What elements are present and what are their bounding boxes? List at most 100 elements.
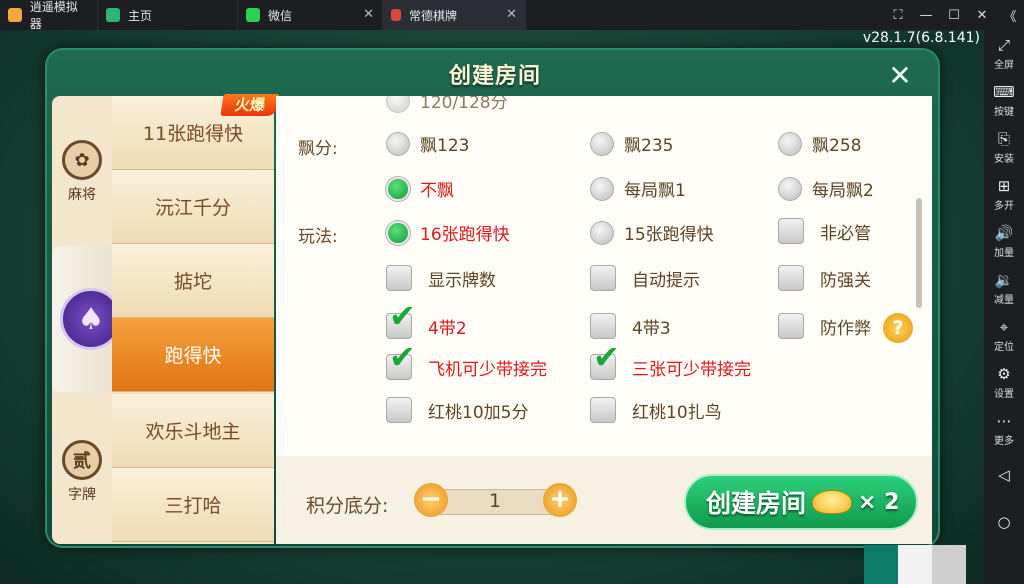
checkbox: [590, 313, 616, 339]
maximize-icon[interactable]: ☐: [940, 8, 968, 23]
category-zipai[interactable]: 贰 字牌: [52, 440, 112, 504]
sidebar-volume-up[interactable]: 🔊 加量: [984, 218, 1024, 265]
checkbox-option[interactable]: 显示牌数: [386, 265, 496, 291]
sidebar-more[interactable]: ⋯ 更多: [984, 406, 1024, 453]
category-label: 麻将: [68, 187, 96, 203]
checkbox: ✔: [386, 300, 416, 339]
option-label: 飞机可少带接完: [428, 359, 547, 380]
mahjong-emblem-icon: ✿: [62, 140, 102, 180]
game-item[interactable]: 沅江千分: [112, 170, 274, 244]
radio-option[interactable]: 120/128分: [386, 96, 508, 113]
checkbox-option-checked[interactable]: ✔ 三张可少带接完: [590, 341, 751, 380]
tab-label: 常德棋牌: [409, 8, 458, 23]
option-label: 自动提示: [632, 270, 700, 291]
tab-wechat[interactable]: 微信 ✕: [238, 0, 383, 30]
back-icon: ◁: [998, 466, 1010, 484]
checkbox-option-checked[interactable]: ✔ 4带2: [386, 300, 467, 339]
checkmark-icon: ✔: [389, 297, 416, 335]
checkbox: [590, 265, 616, 291]
sidebar-multi[interactable]: ⊞ 多开: [984, 171, 1024, 218]
game-item[interactable]: 欢乐斗地主: [112, 394, 274, 468]
radio-option[interactable]: 15张跑得快: [590, 220, 714, 245]
option-label: 15张跑得快: [624, 225, 714, 245]
game-tab-icon: [391, 9, 401, 21]
radio-option[interactable]: 飘123: [386, 131, 469, 156]
tab-close-icon[interactable]: ✕: [363, 7, 374, 22]
emulator-sidebar: ⤢ 全屏 ⌨ 按键 ⎘ 安装 ⊞ 多开 🔊 加量 🔉 减量 ⌖ 定位 ⚙ 设置 …: [984, 30, 1024, 584]
help-icon[interactable]: ?: [883, 313, 913, 343]
radio-button: [778, 131, 802, 156]
fullscreen-toggle-icon[interactable]: ⛶: [884, 8, 912, 23]
checkbox: [590, 397, 616, 423]
radio-option[interactable]: 每局飘2: [778, 176, 874, 201]
rules-scrollbar[interactable]: [916, 198, 922, 308]
option-label: 16张跑得快: [420, 225, 510, 245]
sidebar-volume-down[interactable]: 🔉 减量: [984, 265, 1024, 312]
emulator-logo-icon: [8, 8, 22, 22]
checkbox-option[interactable]: 4带3: [590, 313, 671, 339]
settings-icon: ⚙: [997, 364, 1011, 383]
create-room-button[interactable]: 创建房间 × 2: [684, 474, 918, 530]
game-item[interactable]: 三打哈: [112, 468, 274, 542]
sidebar-install[interactable]: ⎘ 安装: [984, 124, 1024, 171]
partial-option-row: [386, 437, 766, 455]
gold-ingot-icon: [812, 490, 853, 514]
checkbox-option[interactable]: 防强关: [778, 265, 871, 291]
volume-down-icon: 🔉: [994, 270, 1014, 289]
sidebar-settings[interactable]: ⚙ 设置: [984, 359, 1024, 406]
radio-button: [386, 96, 410, 113]
close-dialog-button[interactable]: ✕: [884, 60, 916, 92]
sidebar-back[interactable]: ◁: [984, 453, 1024, 500]
option-label: 每局飘1: [624, 181, 686, 201]
sidebar-location[interactable]: ⌖ 定位: [984, 312, 1024, 359]
sidebar-label: 多开: [994, 200, 1014, 212]
checkbox-option[interactable]: 自动提示: [590, 265, 700, 291]
game-item[interactable]: 掂坨: [112, 244, 274, 318]
option-label: 三张可少带接完: [632, 359, 751, 380]
increase-button[interactable]: +: [543, 483, 577, 517]
category-mahjong[interactable]: ✿ 麻将: [52, 140, 112, 204]
radio-button: [386, 176, 410, 201]
option-label: 4带2: [428, 318, 467, 339]
radio-option-selected[interactable]: 16张跑得快: [386, 220, 510, 245]
checkbox-option-checked[interactable]: ✔ 飞机可少带接完: [386, 341, 547, 380]
keyboard-icon: ⌨: [993, 82, 1015, 101]
sidebar-label: 更多: [994, 435, 1014, 447]
home-tab-icon: [106, 8, 120, 22]
sidebar-keymap[interactable]: ⌨ 按键: [984, 77, 1024, 124]
tab-label: 主页: [128, 8, 153, 23]
minimize-icon[interactable]: —: [912, 8, 940, 23]
sidebar-fullscreen[interactable]: ⤢ 全屏: [984, 30, 1024, 77]
checkbox: [386, 265, 412, 291]
game-item-selected[interactable]: 跑得快: [112, 318, 274, 392]
checkbox-option[interactable]: 红桃10加5分: [386, 397, 528, 423]
hot-badge: 火爆: [220, 94, 280, 116]
checkbox-option[interactable]: 红桃10扎鸟: [590, 397, 722, 423]
checkbox: [778, 265, 804, 291]
checkbox-option[interactable]: 防作弊: [778, 313, 871, 339]
multi-open-icon: ⊞: [997, 176, 1011, 195]
location-icon: ⌖: [999, 317, 1009, 336]
collapse-sidebar-icon[interactable]: 《: [996, 6, 1024, 25]
version-label: v28.1.7(6.8.141): [862, 30, 980, 46]
option-label: 飘123: [420, 136, 470, 156]
sidebar-home[interactable]: ○: [984, 500, 1024, 547]
radio-button: [590, 176, 614, 201]
tab-emulator[interactable]: 逍遥模拟器: [0, 0, 98, 31]
tab-close-icon[interactable]: ✕: [506, 7, 517, 22]
wechat-icon: [246, 8, 260, 22]
sidebar-label: 安装: [994, 153, 1014, 165]
tab-label: 逍遥模拟器: [29, 0, 78, 31]
radio-option[interactable]: 飘258: [778, 131, 861, 156]
checkbox-option[interactable]: 非必管: [778, 218, 871, 244]
radio-option[interactable]: 飘235: [590, 131, 673, 156]
decrease-button[interactable]: −: [414, 483, 448, 517]
close-window-icon[interactable]: ✕: [968, 8, 996, 23]
dialog-title: 创建房间: [448, 64, 541, 89]
option-label: 4带3: [632, 318, 671, 339]
radio-option-selected[interactable]: 不飘: [386, 176, 454, 201]
tab-home[interactable]: 主页: [98, 0, 238, 30]
option-label: 防强关: [820, 270, 871, 291]
radio-option[interactable]: 每局飘1: [590, 176, 686, 201]
tab-game[interactable]: 常德棋牌 ✕: [383, 0, 526, 30]
